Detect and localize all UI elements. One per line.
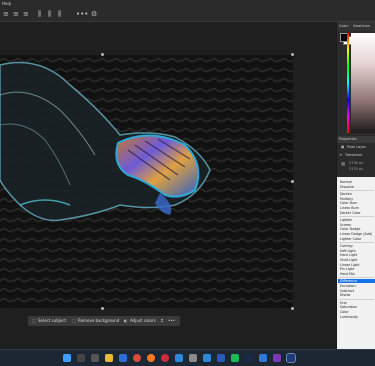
onenote-icon[interactable] xyxy=(273,354,281,362)
steam-icon[interactable] xyxy=(245,354,253,362)
windows-icon[interactable] xyxy=(63,354,71,362)
blend-mode-option[interactable]: Linear Light xyxy=(340,263,360,267)
link-icon[interactable]: ⛓ xyxy=(341,162,345,167)
blend-mode-option[interactable]: Color xyxy=(340,310,349,314)
pixel-layer-icon: ▣ xyxy=(341,145,345,149)
spotify-icon[interactable] xyxy=(231,354,239,362)
more-options-icon[interactable]: ••• xyxy=(76,10,88,18)
document-canvas[interactable] xyxy=(0,55,293,308)
taskview-icon[interactable] xyxy=(91,354,99,362)
distribute-icon[interactable]: ⫼ xyxy=(38,10,41,18)
blend-mode-option[interactable]: Hue xyxy=(340,301,347,305)
firefox-icon[interactable] xyxy=(147,354,155,362)
blend-mode-option[interactable]: Darker Color xyxy=(340,211,361,215)
blend-mode-option[interactable]: Hard Light xyxy=(340,253,357,257)
mail-icon[interactable] xyxy=(175,354,183,362)
blend-mode-option[interactable]: Pin Light xyxy=(340,267,354,271)
select-subject-icon[interactable]: ⬚ xyxy=(32,316,36,326)
word-icon[interactable] xyxy=(217,354,225,362)
menu-bar: Help xyxy=(0,0,375,7)
vscode-icon[interactable] xyxy=(259,354,267,362)
width-field[interactable]: 3796 px xyxy=(349,161,363,166)
transform-chevron-icon[interactable]: ▾ xyxy=(340,153,342,158)
pixel-layer-label: Pixel Layer xyxy=(347,145,366,149)
blend-mode-option[interactable]: Multiply xyxy=(340,197,353,201)
settings-icon[interactable] xyxy=(189,354,197,362)
contextual-task-bar: ⬚ Select subject ⬚ Remove background ◐ A… xyxy=(28,316,180,326)
color-tabs: Color Swatches xyxy=(337,22,375,31)
transform-handle-right[interactable] xyxy=(291,180,294,183)
blend-mode-option[interactable]: Normal xyxy=(340,180,352,184)
blend-mode-separator xyxy=(339,190,374,192)
blend-mode-option[interactable]: Overlay xyxy=(340,244,353,248)
transform-label: Transform xyxy=(345,153,363,157)
canvas-image xyxy=(0,55,293,308)
blend-mode-option[interactable]: Lighten xyxy=(340,218,352,222)
blend-mode-option[interactable]: Subtract xyxy=(340,289,354,293)
align-right-icon[interactable]: ≡ xyxy=(23,10,29,18)
blend-mode-option[interactable]: Difference xyxy=(338,279,375,284)
taskbar xyxy=(0,349,375,366)
tab-swatches[interactable]: Swatches xyxy=(353,22,370,31)
blend-mode-option[interactable]: Dissolve xyxy=(340,185,354,189)
options-bar: ≡ ≡ ≡ ⫼ ⫼ ⫼ ••• ⚙ xyxy=(0,7,375,22)
blend-mode-option[interactable]: Divide xyxy=(340,293,350,297)
blend-mode-separator xyxy=(339,242,374,244)
distribute-h-icon[interactable]: ⫼ xyxy=(58,10,61,18)
workspace xyxy=(0,22,336,349)
remove-background-icon[interactable]: ⬚ xyxy=(72,316,76,326)
blend-mode-option[interactable]: Hard Mix xyxy=(340,272,355,276)
blend-mode-option[interactable]: Lighter Color xyxy=(340,237,361,241)
blend-mode-dropdown[interactable]: Normal Dissolve Darken Multiply Color Burn Li… xyxy=(337,177,375,349)
explorer-icon[interactable] xyxy=(105,354,113,362)
photos-icon[interactable] xyxy=(203,354,211,362)
remove-background-button[interactable]: Remove background xyxy=(78,316,119,326)
tab-color[interactable]: Color xyxy=(339,22,348,31)
blend-mode-option[interactable]: Vivid Light xyxy=(340,258,357,262)
blend-mode-option[interactable]: Soft Light xyxy=(340,249,356,253)
store-icon[interactable] xyxy=(119,354,127,362)
properties-header: Properties xyxy=(337,136,375,143)
hue-slider[interactable] xyxy=(347,33,349,133)
transform-handle-top-right[interactable] xyxy=(291,53,294,56)
height-field[interactable]: 3133 px xyxy=(349,167,363,172)
align-center-icon[interactable]: ≡ xyxy=(13,10,19,18)
align-left-icon[interactable]: ≡ xyxy=(3,10,9,18)
blend-mode-option[interactable]: Linear Burn xyxy=(340,206,359,210)
distribute-v-icon[interactable]: ⫼ xyxy=(48,10,51,18)
blend-mode-option[interactable]: Exclusion xyxy=(340,284,356,288)
crop-icon[interactable]: ⌗ xyxy=(161,316,163,326)
blend-mode-option[interactable]: Luminosity xyxy=(340,315,358,319)
blend-mode-option[interactable]: Color Dodge xyxy=(340,227,360,231)
color-picker-field[interactable] xyxy=(351,33,375,133)
right-panel: Color Swatches Properties ▣ Pixel Layer … xyxy=(336,22,375,349)
blend-mode-separator xyxy=(339,298,374,300)
blend-mode-option[interactable]: Color Burn xyxy=(340,201,357,205)
blend-mode-option[interactable]: Darken xyxy=(340,192,352,196)
blend-mode-option[interactable]: Linear Dodge (Add) xyxy=(340,232,372,236)
transform-handle-bottom-right[interactable] xyxy=(291,307,294,310)
adjust-colors-icon[interactable]: ◐ xyxy=(124,316,128,326)
photoshop-icon[interactable] xyxy=(286,353,296,363)
tab-properties[interactable]: Properties xyxy=(339,136,357,143)
transform-handle-bottom[interactable] xyxy=(101,307,104,310)
menu-help[interactable]: Help xyxy=(2,1,11,6)
blend-mode-separator xyxy=(339,277,374,279)
search-icon[interactable] xyxy=(77,354,85,362)
adjust-colors-button[interactable]: Adjust colors xyxy=(130,316,156,326)
blend-mode-option[interactable]: Saturation xyxy=(340,305,357,309)
select-subject-button[interactable]: Select subject xyxy=(38,316,66,326)
chrome-icon[interactable] xyxy=(133,354,141,362)
transform-handle-top[interactable] xyxy=(101,53,104,56)
opera-icon[interactable] xyxy=(161,354,169,362)
more-button[interactable]: ••• xyxy=(168,316,175,326)
blend-mode-separator xyxy=(339,216,374,218)
settings-icon[interactable]: ⚙ xyxy=(91,10,97,18)
blend-mode-option[interactable]: Screen xyxy=(340,223,351,227)
